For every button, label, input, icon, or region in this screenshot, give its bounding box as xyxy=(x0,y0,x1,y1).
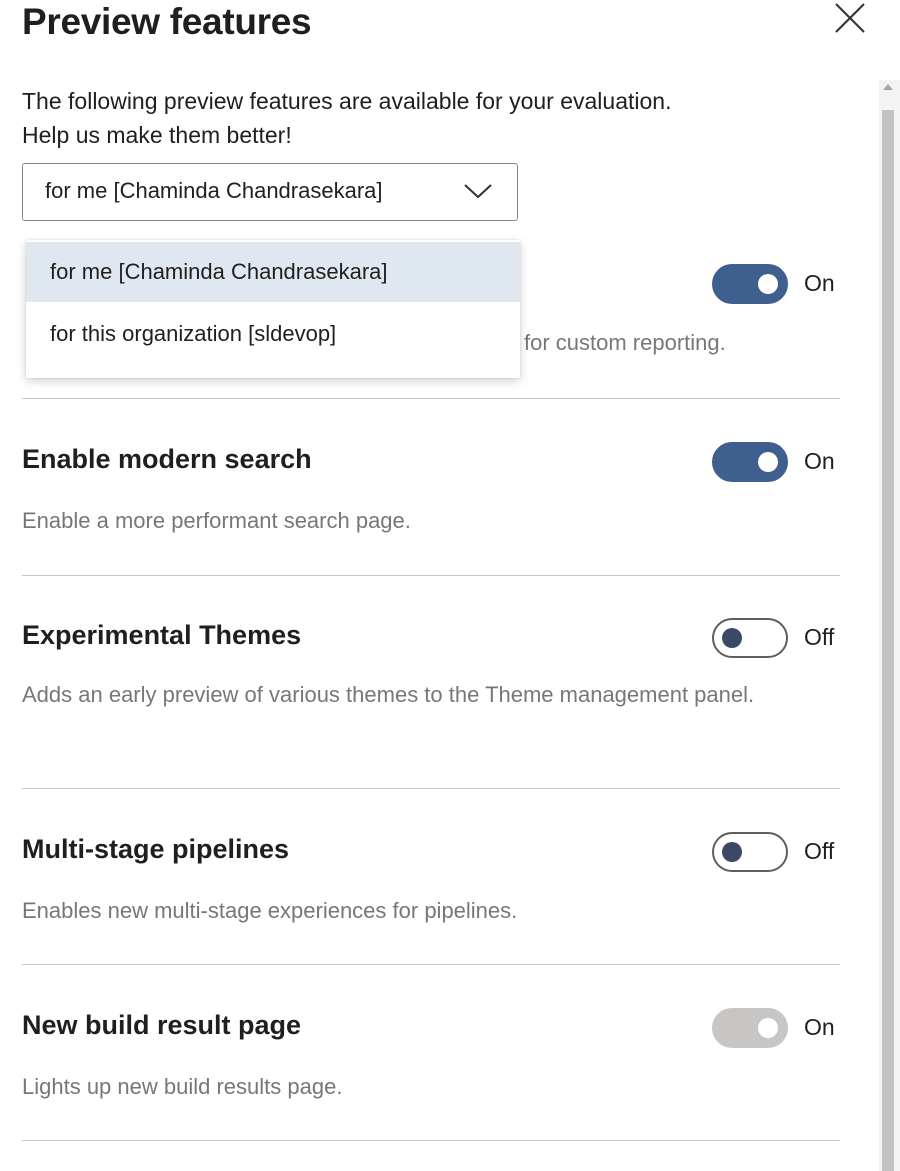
toggle-knob xyxy=(758,1018,778,1038)
feature-row-multi-stage-pipelines: Multi-stage pipelines Off Enables new mu… xyxy=(22,830,840,940)
scope-dropdown-menu: for me [Chaminda Chandrasekara] for this… xyxy=(26,240,520,378)
scope-option-organization[interactable]: for this organization [sldevop] xyxy=(26,304,520,364)
toggle-state-label: On xyxy=(804,270,835,296)
toggle-state-label: On xyxy=(804,1014,835,1040)
feature-description-fragment: for custom reporting. xyxy=(524,330,726,355)
feature-row-modern-search: Enable modern search On Enable a more pe… xyxy=(22,440,840,550)
toggle-state-label: Off xyxy=(804,624,835,650)
feature-description: Lights up new build results page. xyxy=(22,1074,343,1099)
feature-name: Experimental Themes xyxy=(22,620,302,650)
toggle-knob xyxy=(722,842,742,862)
toggle-knob xyxy=(758,452,778,472)
scope-option-me[interactable]: for me [Chaminda Chandrasekara] xyxy=(26,242,520,302)
divider xyxy=(22,398,840,399)
feature-name: Enable modern search xyxy=(22,444,312,474)
intro-line-2: Help us make them better! xyxy=(22,122,292,148)
scope-dropdown-value: for me [Chaminda Chandrasekara] xyxy=(45,178,383,203)
divider xyxy=(22,788,840,789)
toggle-multi-stage-pipelines[interactable] xyxy=(712,832,788,872)
scope-dropdown[interactable]: for me [Chaminda Chandrasekara] xyxy=(22,163,518,221)
divider xyxy=(22,575,840,576)
feature-description: Enables new multi-stage experiences for … xyxy=(22,898,518,923)
feature-name: New build result page xyxy=(22,1010,302,1040)
feature-row-new-build-result-page: New build result page On Lights up new b… xyxy=(22,1006,840,1116)
panel-title: Preview features xyxy=(22,1,312,42)
scrollbar[interactable] xyxy=(879,80,900,1171)
intro-line-1: The following preview features are avail… xyxy=(22,88,672,114)
close-button[interactable] xyxy=(828,0,872,40)
toggle-partial-feature[interactable] xyxy=(712,264,788,304)
feature-name: Multi-stage pipelines xyxy=(22,834,290,864)
close-icon xyxy=(835,3,865,33)
divider xyxy=(22,964,840,965)
toggle-experimental-themes[interactable] xyxy=(712,618,788,658)
chevron-down-icon xyxy=(464,184,492,199)
intro-text: The following preview features are avail… xyxy=(22,84,842,152)
toggle-modern-search[interactable] xyxy=(712,442,788,482)
feature-description: Enable a more performant search page. xyxy=(22,508,411,533)
toggle-new-build-result-page xyxy=(712,1008,788,1048)
toggle-knob xyxy=(722,628,742,648)
feature-row-experimental-themes: Experimental Themes Off Adds an early pr… xyxy=(22,616,840,756)
scroll-up-arrow-icon[interactable] xyxy=(883,84,893,90)
toggle-state-label: On xyxy=(804,448,835,474)
toggle-knob xyxy=(758,274,778,294)
feature-description: Adds an early preview of various themes … xyxy=(22,682,755,707)
scrollbar-thumb[interactable] xyxy=(882,110,894,1171)
divider xyxy=(22,1140,840,1141)
toggle-state-label: Off xyxy=(804,838,835,864)
